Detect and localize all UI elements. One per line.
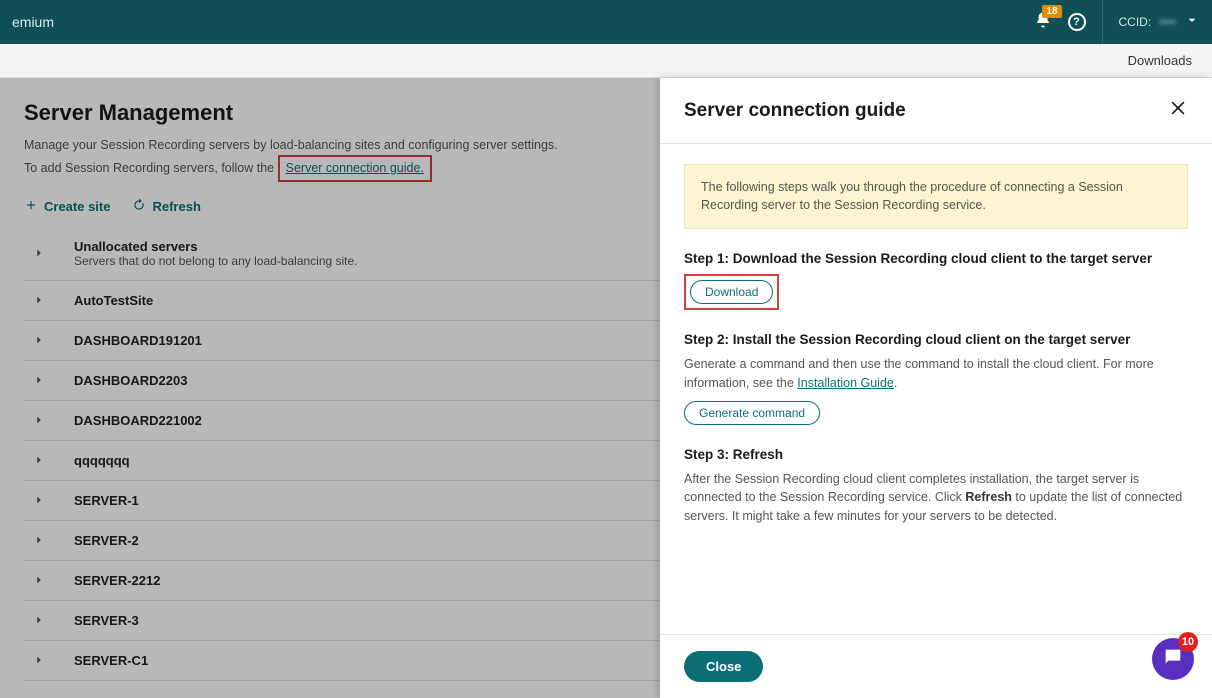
panel-body: The following steps walk you through the… xyxy=(660,144,1212,634)
step-2-title: Step 2: Install the Session Recording cl… xyxy=(684,332,1188,347)
help-widget[interactable]: 10 xyxy=(1152,638,1194,680)
chevron-down-icon xyxy=(1184,12,1200,33)
toolbar: Downloads xyxy=(0,44,1212,78)
close-icon xyxy=(1168,105,1188,122)
help-widget-badge: 10 xyxy=(1178,632,1198,652)
step-1-title: Step 1: Download the Session Recording c… xyxy=(684,251,1188,266)
step-2-desc-suffix: . xyxy=(894,376,897,390)
panel-footer: Close xyxy=(660,634,1212,698)
bell-icon xyxy=(1034,16,1052,33)
notifications-badge: 18 xyxy=(1042,5,1061,18)
server-connection-guide-panel: Server connection guide The following st… xyxy=(660,78,1212,698)
step-3: Step 3: Refresh After the Session Record… xyxy=(684,447,1188,526)
help-button[interactable]: ? xyxy=(1068,13,1086,31)
step-2-desc-prefix: Generate a command and then use the comm… xyxy=(684,357,1154,390)
step-2: Step 2: Install the Session Recording cl… xyxy=(684,332,1188,425)
ccid-label: CCID: xyxy=(1119,15,1152,29)
panel-header: Server connection guide xyxy=(660,78,1212,144)
main-area: Server Management Manage your Session Re… xyxy=(0,78,1212,698)
panel-title: Server connection guide xyxy=(684,100,906,122)
close-button[interactable]: Close xyxy=(684,651,763,682)
download-button[interactable]: Download xyxy=(690,280,773,304)
close-panel-button[interactable] xyxy=(1168,98,1188,123)
ccid-value: •••• xyxy=(1159,15,1176,29)
brand-fragment: emium xyxy=(12,14,54,30)
account-menu[interactable]: CCID: •••• xyxy=(1102,0,1200,44)
highlight-download-button: Download xyxy=(684,274,779,310)
downloads-link[interactable]: Downloads xyxy=(1128,53,1192,68)
topbar-right: 18 ? CCID: •••• xyxy=(1034,0,1200,44)
notifications-button[interactable]: 18 xyxy=(1034,11,1052,34)
step-3-description: After the Session Recording cloud client… xyxy=(684,470,1188,526)
step-2-description: Generate a command and then use the comm… xyxy=(684,355,1188,393)
generate-command-button[interactable]: Generate command xyxy=(684,401,820,425)
top-navbar: emium 18 ? CCID: •••• xyxy=(0,0,1212,44)
info-banner: The following steps walk you through the… xyxy=(684,164,1188,229)
step-3-title: Step 3: Refresh xyxy=(684,447,1188,462)
installation-guide-link[interactable]: Installation Guide xyxy=(797,376,894,390)
step-3-refresh-bold: Refresh xyxy=(965,490,1012,504)
step-1: Step 1: Download the Session Recording c… xyxy=(684,251,1188,310)
